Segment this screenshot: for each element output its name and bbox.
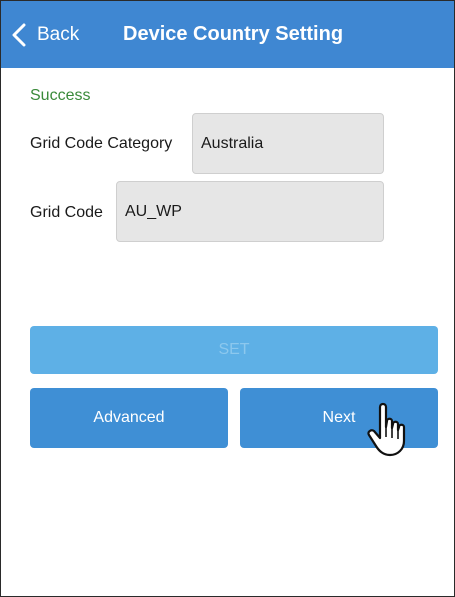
navigation-bar: Back Device Country Setting <box>1 1 454 68</box>
chevron-left-icon <box>11 23 31 47</box>
status-text: Success <box>30 87 91 104</box>
hand-pointer-icon <box>367 402 406 457</box>
back-label: Back <box>37 24 80 45</box>
advanced-button[interactable]: Advanced <box>30 388 228 448</box>
grid-code-category-field[interactable]: Australia <box>192 113 384 174</box>
grid-code-field[interactable]: AU_WP <box>116 181 384 242</box>
grid-code-label: Grid Code <box>30 204 103 221</box>
app-screen: Back Device Country Setting Success Grid… <box>0 0 455 597</box>
page-title: Device Country Setting <box>123 23 344 45</box>
set-button[interactable]: SET <box>30 326 438 374</box>
grid-code-category-label: Grid Code Category <box>30 135 173 152</box>
back-button[interactable]: Back <box>11 18 79 52</box>
